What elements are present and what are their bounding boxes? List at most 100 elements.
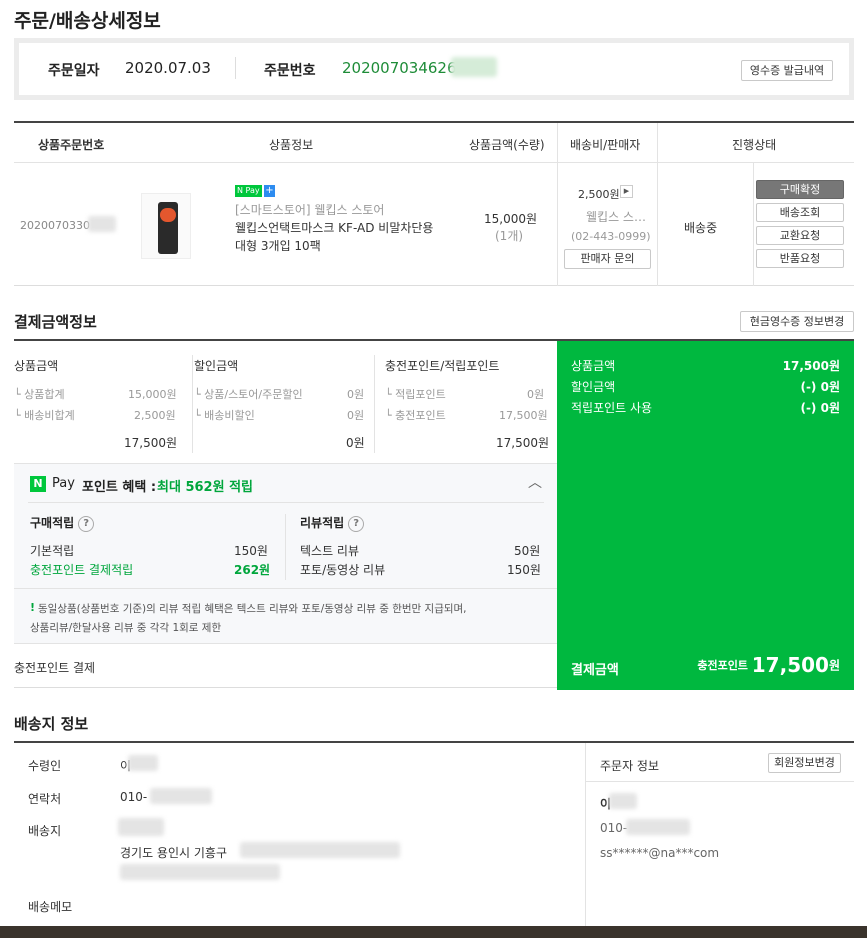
orderer-email: ss******@na***com: [600, 846, 720, 860]
npay-benefit-panel: N Pay 포인트 혜택 : 최대 562원 적립 ︿ 구매적립? 기본적립 1…: [14, 463, 557, 644]
shipping-detail-arrow[interactable]: ▶: [620, 185, 633, 198]
product-name-line2[interactable]: 대형 3개입 10팩: [235, 237, 321, 254]
review-reward-title: 리뷰적립?: [300, 514, 365, 532]
basic-reward-value: 150원: [234, 544, 268, 558]
discount-total: 0원: [346, 436, 365, 450]
summary-discount-label: 할인금액: [571, 380, 616, 394]
recipient-label: 수령인: [28, 759, 62, 773]
npay-benefit-label: 포인트 혜택 :: [82, 480, 157, 495]
phone-label: 연락처: [28, 792, 62, 806]
store-name[interactable]: [스마트스토어] 웰킵스 스토어: [235, 201, 384, 218]
final-payment: 충전포인트 17,500원: [697, 653, 840, 677]
tracking-button[interactable]: 배송조회: [756, 203, 844, 222]
summary-product-label: 상품금액: [571, 359, 616, 373]
order-number-masked: [451, 57, 497, 77]
points-title: 충전포인트/적립포인트: [385, 359, 500, 373]
product-subtotal-label: └ 상품합계: [14, 388, 65, 401]
product-amount-total: 17,500원: [124, 436, 178, 450]
header-product-order-no: 상품주문번호: [38, 138, 105, 152]
product-table: 상품주문번호 상품정보 상품금액(수량) 배송비/판매자 진행상태 202007…: [14, 121, 854, 286]
return-request-button[interactable]: 반품요청: [756, 249, 844, 268]
photo-review-value: 150원: [507, 563, 541, 577]
orderer-phone: 010-: [600, 821, 628, 835]
earned-points-value: 0원: [527, 388, 545, 401]
address-detail-masked: [240, 842, 400, 858]
order-date-label: 주문일자: [48, 63, 100, 79]
purchase-confirm-button[interactable]: 구매확정: [756, 180, 844, 199]
shipping-subtotal-label: └ 배송비합계: [14, 409, 75, 422]
order-discount-value: 0원: [347, 388, 365, 401]
summary-points-label: 적립포인트 사용: [571, 401, 653, 415]
earned-points-label: └ 적립포인트: [385, 388, 446, 401]
header-product-info: 상품정보: [269, 138, 314, 152]
order-date: 2020.07.03: [125, 59, 211, 77]
seller-inquiry-button[interactable]: 판매자 문의: [564, 249, 651, 269]
help-icon[interactable]: ?: [348, 515, 365, 532]
notice-line2: 상품리뷰/한달사용 리뷰 중 각각 1회로 제한: [30, 622, 222, 634]
payment-summary-panel: 상품금액 17,500원 할인금액 (-) 0원 적립포인트 사용 (-) 0원…: [557, 341, 854, 690]
product-order-number: 2020070330: [20, 219, 90, 232]
orderer-phone-masked: [626, 819, 690, 835]
text-review-value: 50원: [514, 544, 541, 558]
order-number-label: 주문번호: [264, 63, 316, 79]
charged-points-value: 17,500원: [499, 409, 548, 422]
payment-breakdown: 상품금액 └ 상품합계 15,000원 └ 배송비합계 2,500원 17,50…: [14, 341, 557, 688]
zipcode-masked: [118, 818, 164, 836]
memo-label: 배송메모: [28, 900, 73, 914]
receipt-history-button[interactable]: 영수증 발급내역: [741, 60, 833, 81]
product-name-line1[interactable]: 웰킵스언택트마스크 KF-AD 비말차단용: [235, 219, 433, 236]
product-thumbnail[interactable]: [141, 193, 191, 259]
npay-pay-text: Pay: [52, 476, 75, 491]
header-shipping-seller: 배송비/판매자: [570, 138, 641, 152]
text-review-label: 텍스트 리뷰: [300, 544, 360, 558]
final-unit: 원: [828, 658, 840, 673]
summary-discount-value: (-) 0원: [800, 380, 840, 394]
header-price: 상품금액(수량): [469, 138, 545, 152]
divider: [235, 57, 236, 79]
address-label: 배송지: [28, 824, 62, 838]
photo-review-label: 포토/동영상 리뷰: [300, 563, 386, 577]
shipping-discount-value: 0원: [347, 409, 365, 422]
order-discount-label: └ 상품/스토어/주문할인: [194, 388, 303, 401]
payment-box: 상품금액 └ 상품합계 15,000원 └ 배송비합계 2,500원 17,50…: [14, 339, 854, 690]
payment-section-title: 결제금액정보: [14, 313, 97, 331]
product-price: 15,000원: [484, 212, 538, 226]
header-status: 진행상태: [732, 138, 777, 152]
summary-product-value: 17,500원: [782, 359, 840, 373]
page-title: 주문/배송상세정보: [14, 10, 161, 32]
summary-points-value: (-) 0원: [800, 401, 840, 415]
basic-reward-label: 기본적립: [30, 544, 75, 558]
member-info-edit-button[interactable]: 회원정보변경: [768, 753, 841, 773]
shipping-box: 수령인 이 연락처 010- 배송지 경기도 용인시 기흥구 배송메모 주문자 …: [14, 741, 854, 928]
order-number: 202007034626: [342, 59, 457, 77]
orderer-name-masked: [609, 793, 637, 809]
product-subtotal-value: 15,000원: [128, 388, 177, 401]
shipping-subtotal-value: 2,500원: [134, 409, 176, 422]
address-detail2-masked: [120, 864, 280, 880]
notice-mark: !: [30, 601, 36, 614]
shipping-discount-label: └ 배송비할인: [194, 409, 255, 422]
npay-badge: N Pay: [235, 185, 262, 197]
cash-receipt-change-button[interactable]: 현금영수증 정보변경: [740, 311, 854, 332]
charge-reward-value: 262원: [234, 563, 271, 577]
exchange-request-button[interactable]: 교환요청: [756, 226, 844, 245]
table-header: 상품주문번호 상품정보 상품금액(수량) 배송비/판매자 진행상태: [14, 123, 854, 163]
phone-masked: [150, 788, 212, 804]
plus-icon: +: [264, 185, 275, 197]
discount-title: 할인금액: [194, 359, 239, 373]
bottom-bar: [0, 926, 867, 938]
shipping-fee: 2,500원: [578, 188, 620, 201]
charged-points-label: └ 충전포인트: [385, 409, 446, 422]
phone-value: 010-: [120, 790, 148, 804]
help-icon[interactable]: ?: [78, 515, 95, 532]
order-info-box: 주문일자 2020.07.03 주문번호 202007034626 영수증 발급…: [14, 38, 854, 100]
npay-benefit-value: 최대 562원 적립: [157, 480, 253, 495]
final-amount-label: 결제금액: [571, 663, 619, 678]
seller-name[interactable]: 웰킵스 스…: [586, 208, 646, 225]
product-quantity: (1개): [495, 229, 524, 243]
purchase-reward-title: 구매적립?: [30, 514, 95, 532]
collapse-chevron-icon[interactable]: ︿: [528, 472, 542, 492]
points-total: 17,500원: [496, 436, 550, 450]
final-amount: 17,500: [751, 653, 829, 677]
npay-logo-icon: N: [30, 476, 46, 492]
